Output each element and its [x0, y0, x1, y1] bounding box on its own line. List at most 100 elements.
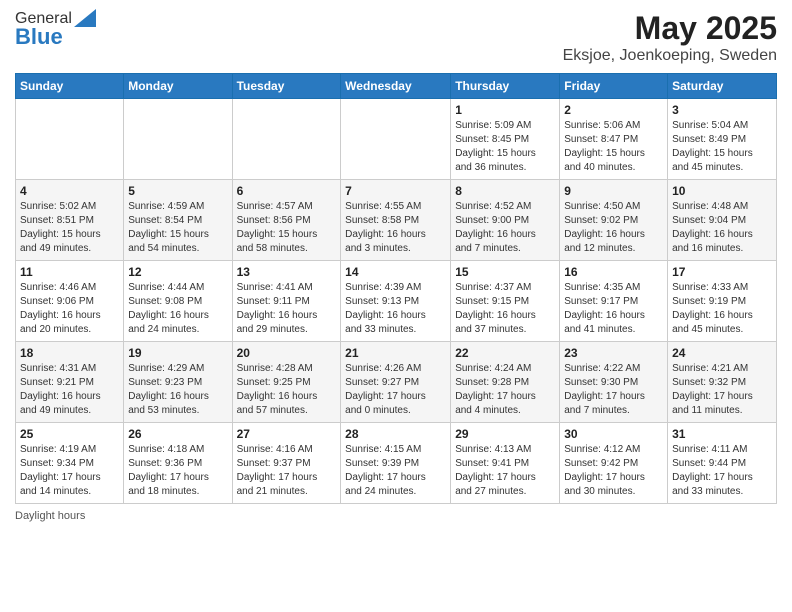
day-info: Sunrise: 4:28 AMSunset: 9:25 PMDaylight:…: [237, 362, 337, 418]
day-info: Sunrise: 4:13 AMSunset: 9:41 PMDaylight:…: [455, 443, 555, 499]
day-cell: 11Sunrise: 4:46 AMSunset: 9:06 PMDayligh…: [16, 261, 124, 342]
day-info: Sunrise: 4:26 AMSunset: 9:27 PMDaylight:…: [345, 362, 446, 418]
title-block: May 2025 Eksjoe, Joenkoeping, Sweden: [563, 10, 777, 65]
day-number: 8: [455, 184, 555, 198]
day-info: Sunrise: 4:21 AMSunset: 9:32 PMDaylight:…: [672, 362, 772, 418]
day-cell: 30 Sunrise: 4:12 AMSunset: 9:42 PMDayligh…: [560, 423, 668, 504]
day-number: 12: [128, 265, 227, 279]
day-number: 18: [20, 346, 119, 360]
day-number: 16: [564, 265, 663, 279]
day-cell: 31Sunrise: 4:11 AMSunset: 9:44 PMDayligh…: [668, 423, 777, 504]
day-cell: 22 Sunrise: 4:24 AMSunset: 9:28 PMDayligh…: [451, 342, 560, 423]
day-number: 22: [455, 346, 555, 360]
day-cell: 4Sunrise: 5:02 AMSunset: 8:51 PMDaylight…: [16, 180, 124, 261]
calendar-header: Sunday Monday Tuesday Wednesday Thursday…: [16, 74, 777, 99]
day-number: 10: [672, 184, 772, 198]
day-info: Sunrise: 4:37 AMSunset: 9:15 PMDaylight:…: [455, 281, 555, 337]
day-info: Sunrise: 4:55 AMSunset: 8:58 PMDaylight:…: [345, 200, 446, 256]
day-info: Sunrise: 4:48 AMSunset: 9:04 PMDaylight:…: [672, 200, 772, 256]
day-number: 24: [672, 346, 772, 360]
day-number: 19: [128, 346, 227, 360]
day-number: 3: [672, 103, 772, 117]
day-info: Sunrise: 5:06 AMSunset: 8:47 PMDaylight:…: [564, 119, 663, 175]
day-info: Sunrise: 4:41 AMSunset: 9:11 PMDaylight:…: [237, 281, 337, 337]
day-info: Sunrise: 4:24 AMSunset: 9:28 PMDaylight:…: [455, 362, 555, 418]
day-info: Sunrise: 4:52 AMSunset: 9:00 PMDaylight:…: [455, 200, 555, 256]
day-cell: [232, 99, 341, 180]
logo-icon: [74, 9, 96, 27]
col-saturday: Saturday: [668, 74, 777, 99]
calendar-table: Sunday Monday Tuesday Wednesday Thursday…: [15, 73, 777, 504]
day-info: Sunrise: 4:29 AMSunset: 9:23 PMDaylight:…: [128, 362, 227, 418]
col-friday: Friday: [560, 74, 668, 99]
day-number: 14: [345, 265, 446, 279]
day-cell: 21 Sunrise: 4:26 AMSunset: 9:27 PMDayligh…: [341, 342, 451, 423]
page-container: General Blue May 2025 Eksjoe, Joenkoepin…: [0, 0, 792, 532]
day-cell: 18 Sunrise: 4:31 AMSunset: 9:21 PMDayligh…: [16, 342, 124, 423]
daylight-hours-label: Daylight hours: [15, 510, 85, 522]
day-info: Sunrise: 5:09 AMSunset: 8:45 PMDaylight:…: [455, 119, 555, 175]
col-thursday: Thursday: [451, 74, 560, 99]
day-number: 23: [564, 346, 663, 360]
day-number: 21: [345, 346, 446, 360]
col-sunday: Sunday: [16, 74, 124, 99]
day-info: Sunrise: 4:19 AMSunset: 9:34 PMDaylight:…: [20, 443, 119, 499]
day-number: 5: [128, 184, 227, 198]
day-info: Sunrise: 4:18 AMSunset: 9:36 PMDaylight:…: [128, 443, 227, 499]
col-tuesday: Tuesday: [232, 74, 341, 99]
day-number: 1: [455, 103, 555, 117]
day-cell: [124, 99, 232, 180]
day-info: Sunrise: 4:57 AMSunset: 8:56 PMDaylight:…: [237, 200, 337, 256]
week-row-2: 11Sunrise: 4:46 AMSunset: 9:06 PMDayligh…: [16, 261, 777, 342]
day-cell: 12Sunrise: 4:44 AMSunset: 9:08 PMDayligh…: [124, 261, 232, 342]
day-cell: 29 Sunrise: 4:13 AMSunset: 9:41 PMDayligh…: [451, 423, 560, 504]
day-cell: 25 Sunrise: 4:19 AMSunset: 9:34 PMDayligh…: [16, 423, 124, 504]
day-info: Sunrise: 4:15 AMSunset: 9:39 PMDaylight:…: [345, 443, 446, 499]
col-monday: Monday: [124, 74, 232, 99]
day-cell: 6Sunrise: 4:57 AMSunset: 8:56 PMDaylight…: [232, 180, 341, 261]
day-cell: 7 Sunrise: 4:55 AMSunset: 8:58 PMDaylight…: [341, 180, 451, 261]
day-number: 4: [20, 184, 119, 198]
week-row-0: 1 Sunrise: 5:09 AMSunset: 8:45 PMDaylight…: [16, 99, 777, 180]
day-info: Sunrise: 4:16 AMSunset: 9:37 PMDaylight:…: [237, 443, 337, 499]
day-number: 13: [237, 265, 337, 279]
day-info: Sunrise: 4:35 AMSunset: 9:17 PMDaylight:…: [564, 281, 663, 337]
calendar-body: 1 Sunrise: 5:09 AMSunset: 8:45 PMDaylight…: [16, 99, 777, 504]
day-info: Sunrise: 4:46 AMSunset: 9:06 PMDaylight:…: [20, 281, 119, 337]
day-number: 25: [20, 427, 119, 441]
day-cell: 26 Sunrise: 4:18 AMSunset: 9:36 PMDayligh…: [124, 423, 232, 504]
day-cell: 3Sunrise: 5:04 AMSunset: 8:49 PMDaylight…: [668, 99, 777, 180]
day-cell: 20Sunrise: 4:28 AMSunset: 9:25 PMDayligh…: [232, 342, 341, 423]
day-cell: 24 Sunrise: 4:21 AMSunset: 9:32 PMDayligh…: [668, 342, 777, 423]
day-cell: 9Sunrise: 4:50 AMSunset: 9:02 PMDaylight…: [560, 180, 668, 261]
day-number: 27: [237, 427, 337, 441]
day-cell: 1 Sunrise: 5:09 AMSunset: 8:45 PMDaylight…: [451, 99, 560, 180]
day-cell: 10 Sunrise: 4:48 AMSunset: 9:04 PMDayligh…: [668, 180, 777, 261]
day-cell: 13 Sunrise: 4:41 AMSunset: 9:11 PMDayligh…: [232, 261, 341, 342]
day-cell: [16, 99, 124, 180]
header: General Blue May 2025 Eksjoe, Joenkoepin…: [15, 10, 777, 65]
day-info: Sunrise: 4:12 AMSunset: 9:42 PMDaylight:…: [564, 443, 663, 499]
week-row-4: 25 Sunrise: 4:19 AMSunset: 9:34 PMDayligh…: [16, 423, 777, 504]
day-number: 7: [345, 184, 446, 198]
day-number: 30: [564, 427, 663, 441]
day-info: Sunrise: 4:59 AMSunset: 8:54 PMDaylight:…: [128, 200, 227, 256]
day-number: 29: [455, 427, 555, 441]
day-cell: 15Sunrise: 4:37 AMSunset: 9:15 PMDayligh…: [451, 261, 560, 342]
day-number: 17: [672, 265, 772, 279]
day-info: Sunrise: 4:31 AMSunset: 9:21 PMDaylight:…: [20, 362, 119, 418]
day-cell: 16 Sunrise: 4:35 AMSunset: 9:17 PMDayligh…: [560, 261, 668, 342]
col-wednesday: Wednesday: [341, 74, 451, 99]
day-cell: 27 Sunrise: 4:16 AMSunset: 9:37 PMDayligh…: [232, 423, 341, 504]
header-row: Sunday Monday Tuesday Wednesday Thursday…: [16, 74, 777, 99]
day-cell: 28Sunrise: 4:15 AMSunset: 9:39 PMDayligh…: [341, 423, 451, 504]
day-cell: 17 Sunrise: 4:33 AMSunset: 9:19 PMDayligh…: [668, 261, 777, 342]
calendar-subtitle: Eksjoe, Joenkoeping, Sweden: [563, 47, 777, 65]
day-cell: 5 Sunrise: 4:59 AMSunset: 8:54 PMDaylight…: [124, 180, 232, 261]
logo-blue-text: Blue: [15, 24, 63, 50]
logo: General Blue: [15, 10, 96, 50]
footer: Daylight hours: [15, 510, 777, 522]
day-cell: [341, 99, 451, 180]
day-info: Sunrise: 4:33 AMSunset: 9:19 PMDaylight:…: [672, 281, 772, 337]
day-number: 26: [128, 427, 227, 441]
